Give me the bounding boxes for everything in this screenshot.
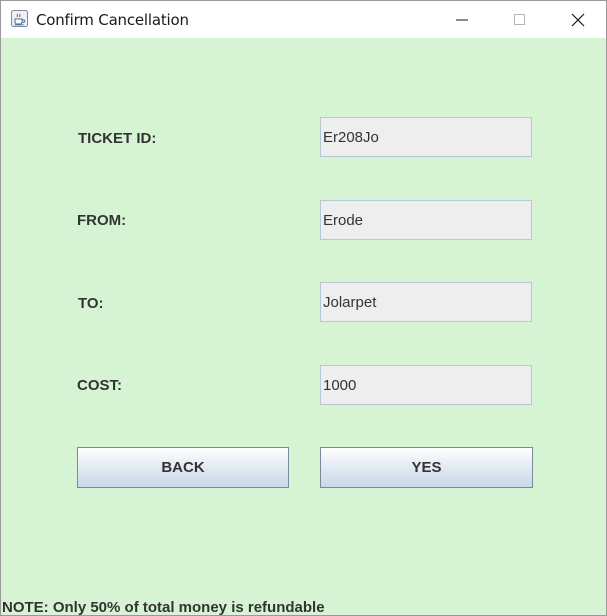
- maximize-icon: [514, 13, 525, 25]
- form-panel: TICKET ID: FROM: TO: COST: BACK YES NOTE…: [1, 38, 606, 615]
- close-button[interactable]: [555, 1, 601, 38]
- minimize-icon: [456, 19, 468, 20]
- refund-note: NOTE: Only 50% of total money is refunda…: [2, 599, 325, 616]
- from-field[interactable]: [320, 200, 532, 240]
- cost-field[interactable]: [320, 365, 532, 405]
- close-icon: [571, 13, 585, 26]
- to-label: TO:: [78, 295, 104, 312]
- java-cup-icon: [11, 10, 28, 27]
- back-button[interactable]: BACK: [77, 447, 289, 488]
- title-bar[interactable]: Confirm Cancellation: [1, 1, 606, 38]
- ticket-id-field[interactable]: [320, 117, 532, 157]
- maximize-button[interactable]: [497, 1, 543, 38]
- cost-label: COST:: [77, 377, 122, 394]
- ticket-id-label: TICKET ID:: [78, 130, 157, 147]
- minimize-button[interactable]: [439, 1, 485, 38]
- to-field[interactable]: [320, 282, 532, 322]
- from-label: FROM:: [77, 212, 127, 229]
- window-title: Confirm Cancellation: [36, 11, 189, 29]
- yes-button[interactable]: YES: [320, 447, 533, 488]
- dialog-window: Confirm Cancellation TICKET ID: FROM: TO…: [0, 0, 607, 616]
